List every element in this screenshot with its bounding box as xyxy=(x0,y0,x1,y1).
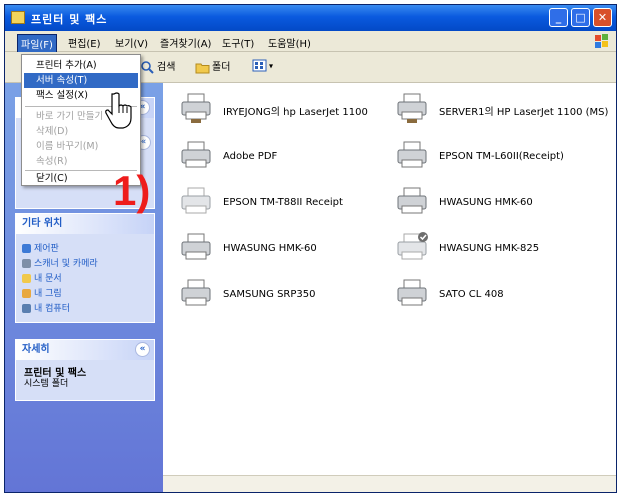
collapse-icon[interactable]: « xyxy=(135,342,150,357)
link-control-panel[interactable]: 제어판 xyxy=(16,240,154,255)
views-button[interactable]: ▾ xyxy=(252,58,273,73)
menu-view[interactable]: 보기(V) xyxy=(112,34,151,51)
printer-name: SATO CL 408 xyxy=(439,289,504,300)
printer-folder-icon xyxy=(11,11,25,24)
menu-tools[interactable]: 도구(T) xyxy=(219,34,257,51)
link-my-computer[interactable]: 내 컴퓨터 xyxy=(16,300,154,315)
views-icon xyxy=(252,59,267,72)
menu-rename[interactable]: 이름 바꾸기(M) xyxy=(24,139,138,154)
link-my-pictures[interactable]: 내 그림 xyxy=(16,285,154,300)
title-bar[interactable]: 프린터 및 팩스 _ □ ✕ xyxy=(5,5,616,31)
link-label: 스캐너 및 카메라 xyxy=(34,259,98,269)
menu-edit[interactable]: 편집(E) xyxy=(65,34,104,51)
search-button[interactable]: 검색 xyxy=(140,58,175,75)
folders-button[interactable]: 폴더 xyxy=(195,58,230,75)
link-label: 내 컴퓨터 xyxy=(34,304,70,314)
link-label: 내 그림 xyxy=(34,289,62,299)
link-label: 제어판 xyxy=(34,244,59,254)
printer-icon xyxy=(397,141,427,168)
printer-list: IRYEJONG의 hp LaserJet 1100 SERVER1의 HP L… xyxy=(163,83,616,492)
other-places-panel: 기타 위치 제어판 스캐너 및 카메라 내 문서 내 그림 내 컴퓨터 xyxy=(15,213,155,323)
printer-item[interactable]: EPSON TM-L60II(Receipt) xyxy=(395,139,595,179)
printer-item[interactable]: Adobe PDF xyxy=(179,139,379,179)
step-annotation: 1) xyxy=(113,167,151,214)
link-scanners-cameras[interactable]: 스캐너 및 카메라 xyxy=(16,255,154,270)
minimize-button[interactable]: _ xyxy=(549,8,568,27)
printer-icon xyxy=(181,233,211,260)
printer-icon xyxy=(181,187,211,214)
window-title: 프린터 및 팩스 xyxy=(31,13,108,26)
printer-name: SAMSUNG SRP350 xyxy=(223,289,316,300)
printer-item[interactable]: HWASUNG HMK-60 xyxy=(179,231,379,271)
other-places-header[interactable]: 기타 위치 xyxy=(16,214,154,234)
printer-item-default[interactable]: HWASUNG HMK-825 xyxy=(395,231,595,271)
printer-icon xyxy=(181,279,211,306)
menu-favorites[interactable]: 즐겨찾기(A) xyxy=(157,34,214,51)
printer-item[interactable]: SATO CL 408 xyxy=(395,277,595,317)
menu-bar: 파일(F) 편집(E) 보기(V) 즐겨찾기(A) 도구(T) 도움말(H) xyxy=(5,31,616,53)
windows-logo-icon xyxy=(595,34,608,48)
printer-icon xyxy=(397,232,428,260)
pictures-folder-icon xyxy=(22,289,31,298)
printer-item[interactable]: SAMSUNG SRP350 xyxy=(179,277,379,317)
printer-name: SERVER1의 HP LaserJet 1100 (MS) xyxy=(439,107,609,118)
printer-name: HWASUNG HMK-60 xyxy=(223,243,317,254)
search-icon xyxy=(141,60,154,74)
printer-name: EPSON TM-T88II Receipt xyxy=(223,197,343,208)
printer-item[interactable]: SERVER1의 HP LaserJet 1100 (MS) xyxy=(395,91,608,131)
printer-item[interactable]: HWASUNG HMK-60 xyxy=(395,185,595,225)
menu-file[interactable]: 파일(F) xyxy=(17,34,57,53)
horizontal-scrollbar[interactable] xyxy=(163,475,616,492)
details-type: 시스템 폴더 xyxy=(24,379,69,389)
folders-label: 폴더 xyxy=(212,62,231,73)
printer-name: Adobe PDF xyxy=(223,151,278,162)
other-places-title: 기타 위치 xyxy=(22,218,63,229)
link-label: 내 문서 xyxy=(34,274,62,284)
details-title: 자세히 xyxy=(22,344,50,355)
link-my-documents[interactable]: 내 문서 xyxy=(16,270,154,285)
control-panel-icon xyxy=(22,244,31,253)
printer-name: HWASUNG HMK-825 xyxy=(439,243,540,254)
printers-faxes-window: 프린터 및 팩스 _ □ ✕ 파일(F) 편집(E) 보기(V) 즐겨찾기(A)… xyxy=(4,4,617,493)
menu-server-properties[interactable]: 서버 속성(T) xyxy=(24,73,138,88)
camera-icon xyxy=(22,259,31,268)
chevron-down-icon: ▾ xyxy=(269,61,274,71)
computer-icon xyxy=(22,304,31,313)
printer-name: EPSON TM-L60II(Receipt) xyxy=(439,151,564,162)
printer-item[interactable]: EPSON TM-T88II Receipt xyxy=(179,185,379,225)
search-label: 검색 xyxy=(157,62,176,73)
documents-folder-icon xyxy=(22,274,31,283)
printer-icon xyxy=(397,279,427,306)
details-name: 프린터 및 팩스 xyxy=(24,368,87,379)
printer-icon xyxy=(181,141,211,168)
printer-name: IRYEJONG의 hp LaserJet 1100 xyxy=(223,107,368,118)
menu-add-printer[interactable]: 프린터 추가(A) xyxy=(24,58,138,73)
menu-help[interactable]: 도움말(H) xyxy=(265,34,314,51)
network-printer-icon xyxy=(181,93,211,123)
close-button[interactable]: ✕ xyxy=(593,8,612,27)
network-printer-icon xyxy=(397,93,427,123)
maximize-button[interactable]: □ xyxy=(571,8,590,27)
printer-name: HWASUNG HMK-60 xyxy=(439,197,533,208)
details-header[interactable]: 자세히 « xyxy=(16,340,154,360)
printer-icon xyxy=(397,187,427,214)
printer-item[interactable]: IRYEJONG의 hp LaserJet 1100 xyxy=(179,91,379,131)
folder-icon xyxy=(195,63,210,73)
details-panel: 자세히 « 프린터 및 팩스 시스템 폴더 xyxy=(15,339,155,401)
hand-cursor-icon xyxy=(105,92,132,129)
